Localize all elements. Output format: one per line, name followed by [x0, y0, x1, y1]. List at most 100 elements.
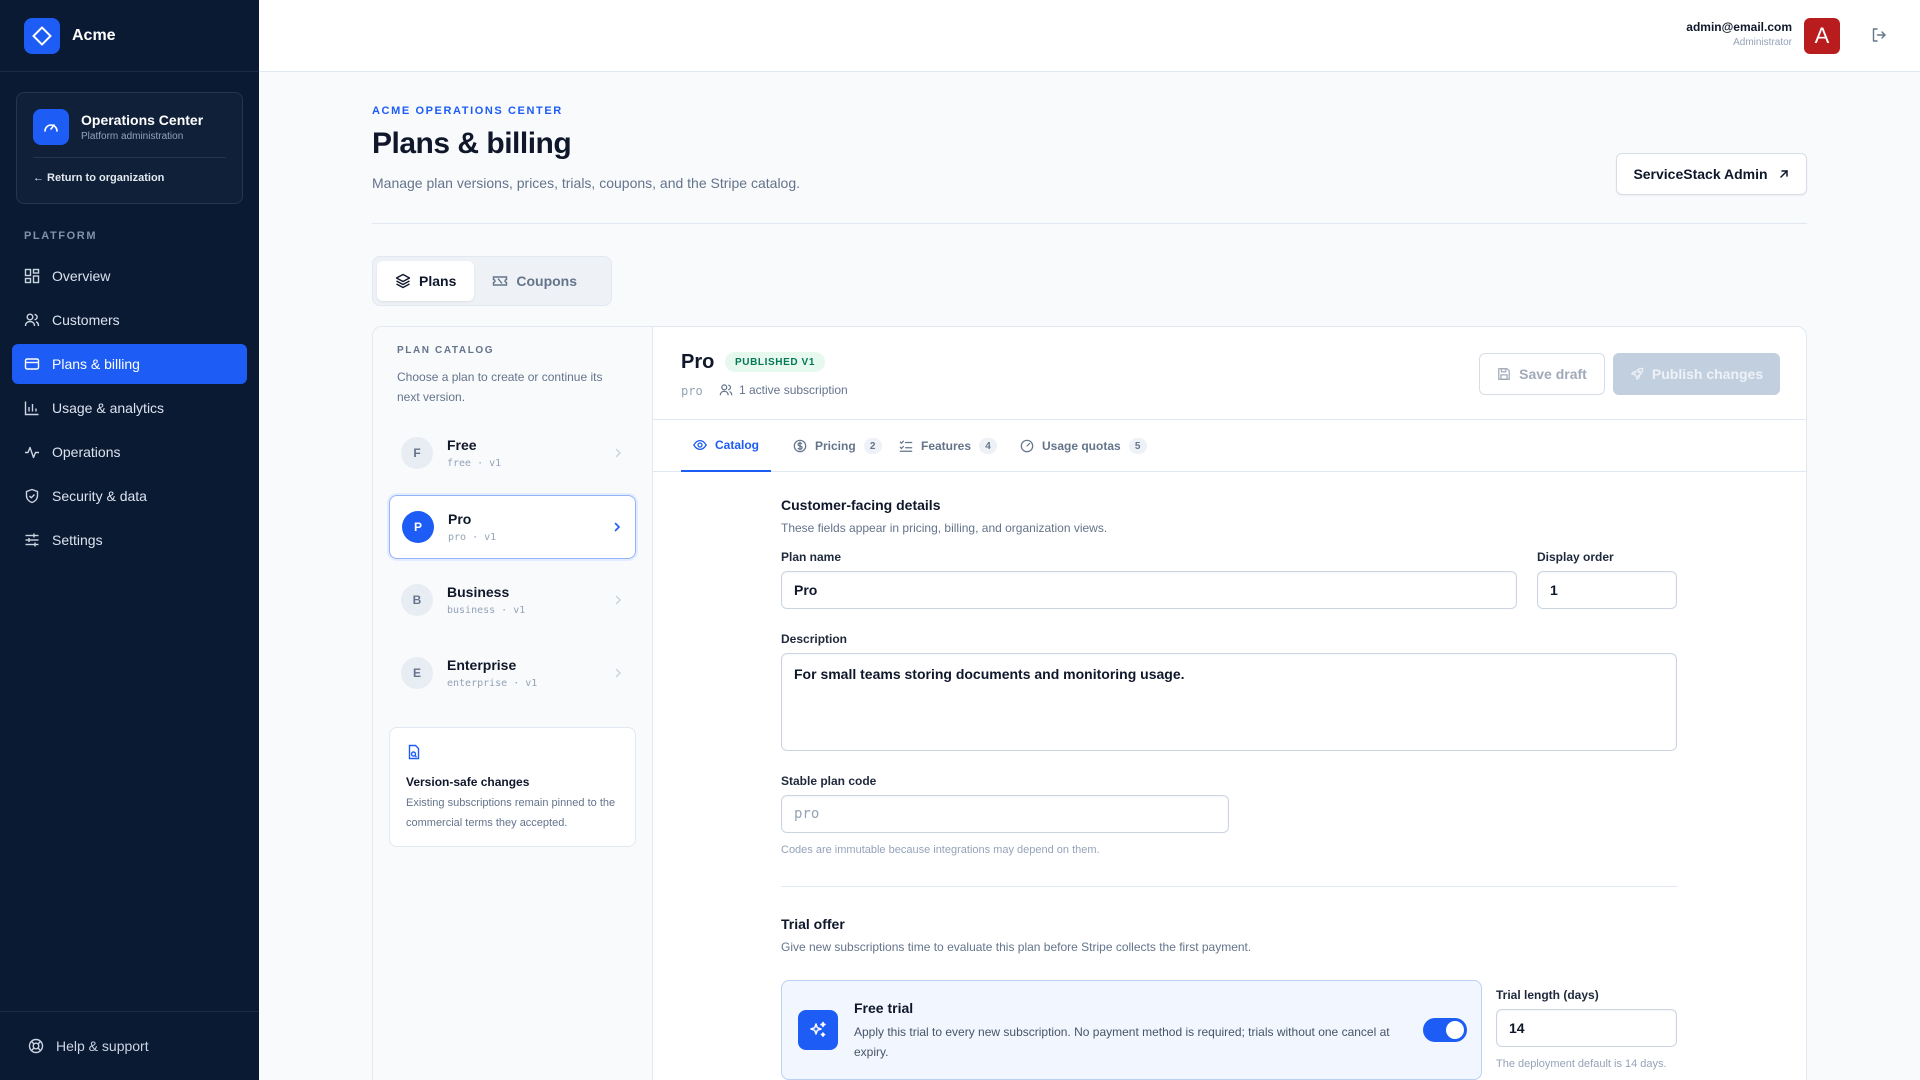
display-order-label: Display order [1537, 550, 1614, 564]
trial-section-subtitle: Give new subscriptions time to evaluate … [781, 940, 1252, 954]
plan-item-business[interactable]: B Business business · v1 [389, 568, 636, 632]
plans-panel: PLAN CATALOG Choose a plan to create or … [372, 326, 1807, 1080]
free-trial-card: Free trial Apply this trial to every new… [781, 980, 1482, 1080]
plan-item-enterprise[interactable]: E Enterprise enterprise · v1 [389, 641, 636, 705]
eye-icon [693, 439, 707, 451]
sidebar-item-operations[interactable]: Operations [12, 432, 247, 472]
save-draft-label: Save draft [1519, 366, 1587, 382]
editor-plan-name: Pro [681, 351, 715, 373]
tab-pricing[interactable]: Pricing 2 [781, 420, 894, 472]
sidebar-item-label: Customers [52, 312, 120, 328]
logout-icon[interactable] [1870, 26, 1888, 49]
plan-badge: E [401, 657, 433, 689]
tab-usage-quotas[interactable]: Usage quotas 5 [1008, 420, 1159, 472]
sliders-icon [25, 533, 39, 547]
servicestack-admin-label: ServiceStack Admin [1633, 166, 1768, 182]
stable-code-input[interactable]: pro [781, 795, 1229, 833]
publish-changes-button[interactable]: Publish changes [1613, 353, 1780, 395]
trial-length-label: Trial length (days) [1496, 988, 1599, 1002]
sidebar-item-usage-analytics[interactable]: Usage & analytics [12, 388, 247, 428]
save-draft-button[interactable]: Save draft [1479, 353, 1605, 395]
sidebar-item-overview[interactable]: Overview [12, 256, 247, 296]
sidebar-item-customers[interactable]: Customers [12, 300, 247, 340]
gauge-icon [33, 109, 69, 145]
version-safe-text: Existing subscriptions remain pinned to … [406, 797, 616, 829]
free-trial-title: Free trial [854, 1000, 914, 1016]
activity-icon [25, 446, 39, 459]
plan-editor: Pro PUBLISHED V1 pro 1 active subscripti… [653, 327, 1806, 1080]
tab-label: Catalog [715, 438, 760, 452]
trial-length-hint: The deployment default is 14 days. [1496, 1058, 1667, 1070]
user-info: admin@email.com Administrator [1686, 20, 1792, 48]
plan-badge: B [401, 584, 433, 616]
editor-tabs: Catalog Pricing 2 Features 4 Usage quota… [653, 420, 1806, 472]
tab-coupons[interactable]: Coupons [474, 261, 595, 301]
return-to-organization-link[interactable]: ← Return to organization [33, 172, 226, 184]
operations-center-card: Operations Center Platform administratio… [16, 92, 243, 204]
grid-icon [24, 268, 40, 284]
trial-length-input[interactable]: 14 [1496, 1009, 1677, 1047]
sidebar-item-label: Operations [52, 444, 121, 460]
sidebar-item-security-data[interactable]: Security & data [12, 476, 247, 516]
details-section-title: Customer-facing details [781, 497, 941, 513]
sidebar-item-label: Settings [52, 532, 103, 548]
help-support-link[interactable]: Help & support [0, 1011, 259, 1080]
details-section-subtitle: These fields appear in pricing, billing,… [781, 521, 1108, 535]
plan-name: Business [447, 584, 510, 600]
tab-catalog[interactable]: Catalog [681, 420, 772, 472]
plan-name: Enterprise [447, 657, 517, 673]
editor-header: Pro PUBLISHED V1 pro 1 active subscripti… [653, 327, 1806, 420]
tab-label: Coupons [516, 273, 578, 289]
version-safe-card: Version-safe changes Existing subscripti… [389, 727, 636, 847]
plan-meta: business · v1 [447, 605, 526, 616]
active-subscriptions: 1 active subscription [719, 383, 848, 397]
description-textarea[interactable]: For small teams storing documents and mo… [781, 653, 1677, 751]
sidebar-item-label: Usage & analytics [52, 400, 165, 416]
sidebar-item-label: Security & data [52, 488, 147, 504]
ticket-icon [493, 276, 508, 286]
page-title: Plans & billing [372, 127, 572, 160]
servicestack-admin-button[interactable]: ServiceStack Admin [1616, 153, 1807, 195]
tab-count-badge: 4 [979, 438, 998, 454]
lifebuoy-icon [28, 1038, 44, 1054]
free-trial-text: Apply this trial to every new subscripti… [854, 1025, 1390, 1059]
nav-section-label: PLATFORM [24, 230, 98, 242]
plan-name: Free [447, 437, 477, 453]
catalog-heading: PLAN CATALOG [397, 345, 495, 356]
sidebar-item-plans-billing[interactable]: Plans & billing [12, 344, 247, 384]
free-trial-toggle[interactable] [1423, 1018, 1467, 1042]
gauge-icon [1020, 439, 1034, 453]
plan-item-pro[interactable]: P Pro pro · v1 [389, 495, 636, 559]
app-name: Acme [72, 26, 116, 44]
plans-coupons-tabs: Plans Coupons [372, 256, 612, 306]
sidebar-item-settings[interactable]: Settings [12, 520, 247, 560]
plan-name: Pro [448, 511, 472, 527]
credit-card-icon [24, 358, 40, 370]
layers-icon [395, 273, 411, 289]
plan-meta: free · v1 [447, 458, 502, 469]
chevron-right-icon [614, 522, 621, 532]
tab-label: Usage quotas [1042, 439, 1121, 453]
subscriptions-label: 1 active subscription [739, 383, 848, 397]
plan-meta: enterprise · v1 [447, 678, 538, 689]
brand[interactable]: Acme [0, 0, 259, 72]
tab-plans[interactable]: Plans [377, 261, 475, 301]
plan-name-input[interactable]: Pro [781, 571, 1517, 609]
catalog-subtitle: Choose a plan to create or continue its … [397, 370, 603, 404]
tab-count-badge: 2 [863, 438, 882, 454]
stable-code-hint: Codes are immutable because integrations… [781, 844, 1100, 856]
plan-item-free[interactable]: F Free free · v1 [389, 421, 636, 485]
chevron-right-icon [615, 668, 622, 678]
tab-label: Features [921, 439, 972, 453]
save-icon [1498, 368, 1511, 380]
user-role: Administrator [1733, 37, 1792, 48]
sidebar-item-label: Overview [52, 268, 111, 284]
file-lock-icon [408, 744, 420, 760]
external-arrow-icon [1779, 170, 1788, 178]
avatar[interactable]: A [1804, 18, 1840, 54]
display-order-input[interactable]: 1 [1537, 571, 1677, 609]
ops-title: Operations Center [81, 112, 204, 128]
tab-features[interactable]: Features 4 [887, 420, 1009, 472]
plan-name-label: Plan name [781, 550, 842, 564]
publish-changes-label: Publish changes [1651, 366, 1764, 382]
